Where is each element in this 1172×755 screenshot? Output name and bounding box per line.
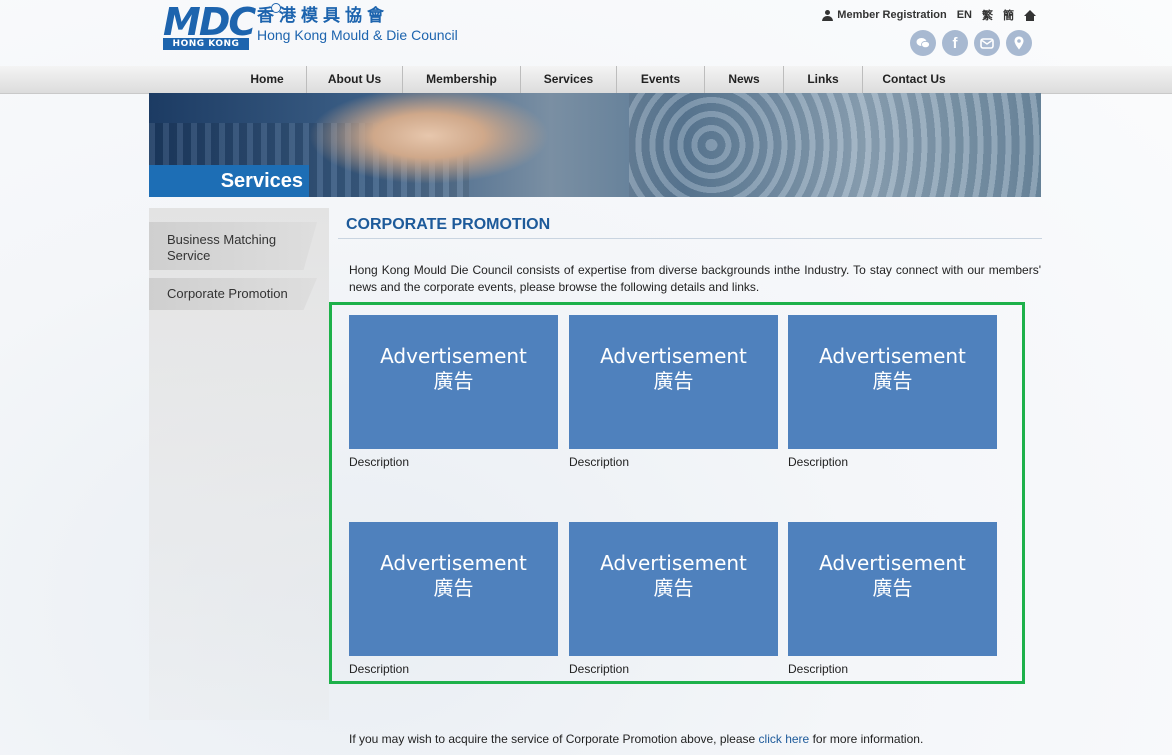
ad-title: Advertisement bbox=[819, 344, 966, 368]
sidebar-item-corporate-promotion[interactable]: Corporate Promotion bbox=[149, 278, 317, 310]
ad-image[interactable]: Advertisement 廣告 bbox=[349, 315, 558, 449]
main-nav: Home About Us Membership Services Events… bbox=[0, 66, 1172, 94]
logo-region: HONG KONG bbox=[163, 38, 249, 50]
logo-letters: MDC bbox=[163, 0, 256, 44]
ad-card[interactable]: Advertisement 廣告 Description bbox=[569, 315, 778, 469]
ad-card[interactable]: Advertisement 廣告 Description bbox=[569, 522, 778, 676]
logo-name-cn: 香港模具協會 bbox=[257, 6, 389, 26]
ad-title: Advertisement bbox=[600, 551, 747, 575]
ad-subtitle: 廣告 bbox=[433, 576, 474, 600]
nav-contact-us[interactable]: Contact Us bbox=[863, 66, 965, 93]
ad-description: Description bbox=[788, 455, 849, 469]
site-logo[interactable]: MDC HONG KONG 香港模具協會 Hong Kong Mould & D… bbox=[163, 0, 458, 50]
intro-text: Hong Kong Mould Die Council consists of … bbox=[349, 263, 1041, 294]
page-title: CORPORATE PROMOTION bbox=[346, 216, 551, 233]
ad-subtitle: 廣告 bbox=[433, 369, 474, 393]
ad-card[interactable]: Advertisement 廣告 Description bbox=[788, 522, 997, 676]
ad-image[interactable]: Advertisement 廣告 bbox=[569, 522, 778, 656]
logo-text: 香港模具協會 Hong Kong Mould & Die Council bbox=[257, 6, 458, 44]
nav-events[interactable]: Events bbox=[617, 66, 705, 93]
ad-description: Description bbox=[788, 662, 849, 676]
ad-subtitle: 廣告 bbox=[653, 369, 694, 393]
footer-text-before: If you may wish to acquire the service o… bbox=[349, 732, 759, 746]
facebook-icon[interactable]: f bbox=[942, 30, 968, 56]
member-registration-link[interactable]: Member Registration bbox=[822, 9, 947, 21]
lang-sc-link[interactable]: 簡 bbox=[1003, 7, 1014, 23]
lang-tc-link[interactable]: 繁 bbox=[982, 7, 993, 23]
banner-machinery bbox=[629, 93, 1041, 197]
ad-title: Advertisement bbox=[600, 344, 747, 368]
title-divider bbox=[338, 238, 1042, 239]
ad-image[interactable]: Advertisement 廣告 bbox=[569, 315, 778, 449]
ad-image[interactable]: Advertisement 廣告 bbox=[349, 522, 558, 656]
lang-en-link[interactable]: EN bbox=[957, 9, 972, 21]
logo-mark: MDC HONG KONG bbox=[163, 0, 256, 50]
ad-description: Description bbox=[569, 662, 630, 676]
nav-membership[interactable]: Membership bbox=[403, 66, 521, 93]
ad-subtitle: 廣告 bbox=[872, 369, 913, 393]
user-icon bbox=[822, 9, 834, 21]
ad-subtitle: 廣告 bbox=[653, 576, 694, 600]
footer-note: If you may wish to acquire the service o… bbox=[349, 732, 923, 746]
click-here-link[interactable]: click here bbox=[759, 732, 810, 746]
sidebar: Business Matching Service Corporate Prom… bbox=[149, 208, 329, 720]
nav-home[interactable]: Home bbox=[228, 66, 307, 93]
ad-description: Description bbox=[349, 662, 410, 676]
nav-news[interactable]: News bbox=[705, 66, 784, 93]
ad-card[interactable]: Advertisement 廣告 Description bbox=[788, 315, 997, 469]
logo-name-en: Hong Kong Mould & Die Council bbox=[257, 27, 458, 43]
ad-card[interactable]: Advertisement 廣告 Description bbox=[349, 522, 558, 676]
nav-links[interactable]: Links bbox=[784, 66, 863, 93]
registered-mark-icon bbox=[271, 3, 281, 13]
nav-about-us[interactable]: About Us bbox=[307, 66, 403, 93]
sidebar-item-business-matching[interactable]: Business Matching Service bbox=[149, 222, 317, 270]
social-links: f bbox=[910, 30, 1032, 56]
services-banner: Services bbox=[149, 93, 1041, 197]
banner-handshake bbox=[299, 93, 559, 188]
location-icon[interactable] bbox=[1006, 30, 1032, 56]
ad-image[interactable]: Advertisement 廣告 bbox=[788, 522, 997, 656]
ad-title: Advertisement bbox=[380, 551, 527, 575]
ad-title: Advertisement bbox=[380, 344, 527, 368]
home-icon[interactable] bbox=[1024, 9, 1036, 21]
top-utility-bar: Member Registration EN 繁 簡 bbox=[822, 7, 1036, 23]
ad-subtitle: 廣告 bbox=[872, 576, 913, 600]
site-header: MDC HONG KONG 香港模具協會 Hong Kong Mould & D… bbox=[0, 0, 1172, 66]
footer-text-after: for more information. bbox=[809, 732, 924, 746]
ad-card[interactable]: Advertisement 廣告 Description bbox=[349, 315, 558, 469]
email-icon[interactable] bbox=[974, 30, 1000, 56]
ad-description: Description bbox=[349, 455, 410, 469]
ad-image[interactable]: Advertisement 廣告 bbox=[788, 315, 997, 449]
nav-services[interactable]: Services bbox=[521, 66, 617, 93]
ad-title: Advertisement bbox=[819, 551, 966, 575]
banner-title: Services bbox=[149, 165, 309, 197]
wechat-icon[interactable] bbox=[910, 30, 936, 56]
member-registration-label: Member Registration bbox=[837, 9, 947, 21]
ad-description: Description bbox=[569, 455, 630, 469]
